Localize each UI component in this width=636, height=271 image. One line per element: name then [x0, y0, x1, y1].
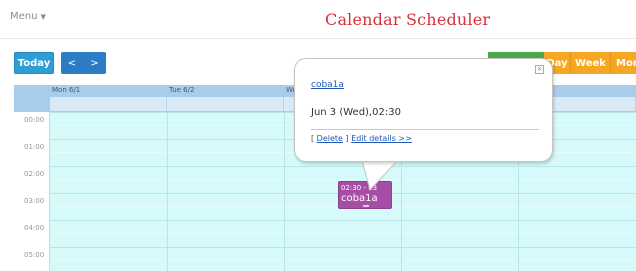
time-column: 00:00 01:00 02:00 03:00 04:00 05:00 [14, 112, 50, 271]
popup-event-date: Jun 3 (Wed),02:30 [311, 107, 401, 118]
popup-event-title-link[interactable]: coba1a [311, 80, 344, 90]
bracket-close: ] [342, 134, 349, 143]
edit-details-link[interactable]: Edit details >> [351, 134, 412, 143]
hour-label: 05:00 [24, 251, 45, 259]
hour-line [50, 166, 636, 167]
hour-label: 02:00 [24, 170, 45, 178]
day-header-tue[interactable]: Tue 6/2 [169, 86, 194, 94]
day-column-divider [284, 112, 285, 271]
tab-week[interactable]: Week [570, 52, 610, 74]
popup-divider [311, 129, 539, 130]
header-divider [0, 38, 636, 39]
popup-actions: [ Delete ] Edit details >> [311, 134, 412, 143]
resize-handle-icon[interactable] [363, 205, 369, 207]
delete-link[interactable]: Delete [317, 134, 343, 143]
chevron-down-icon: ▼ [40, 13, 46, 21]
today-button[interactable]: Today [14, 52, 54, 74]
hour-label: 01:00 [24, 143, 45, 151]
event-title: coba1a [341, 193, 378, 204]
event-popup: × coba1a Jun 3 (Wed),02:30 [ Delete ] Ed… [294, 58, 553, 162]
allday-cell-mon[interactable] [50, 97, 167, 111]
day-header-mon[interactable]: Mon 6/1 [52, 86, 80, 94]
tab-month[interactable]: Mon [610, 52, 636, 74]
next-button[interactable]: > [83, 52, 106, 74]
hour-label: 04:00 [24, 224, 45, 232]
hour-line [50, 247, 636, 248]
close-icon[interactable]: × [535, 65, 544, 74]
popup-pointer [361, 160, 399, 192]
half-hour-line [50, 233, 636, 234]
hour-line [50, 220, 636, 221]
hour-label: 00:00 [24, 116, 45, 124]
menu-dropdown[interactable]: Menu ▼ [10, 11, 46, 22]
half-hour-line [50, 260, 636, 261]
prev-button[interactable]: < [61, 52, 83, 74]
allday-cell-tue[interactable] [167, 97, 284, 111]
menu-label: Menu [10, 11, 38, 22]
half-hour-line [50, 179, 636, 180]
day-column-divider [167, 112, 168, 271]
hour-label: 03:00 [24, 197, 45, 205]
page-title: Calendar Scheduler [325, 10, 491, 29]
